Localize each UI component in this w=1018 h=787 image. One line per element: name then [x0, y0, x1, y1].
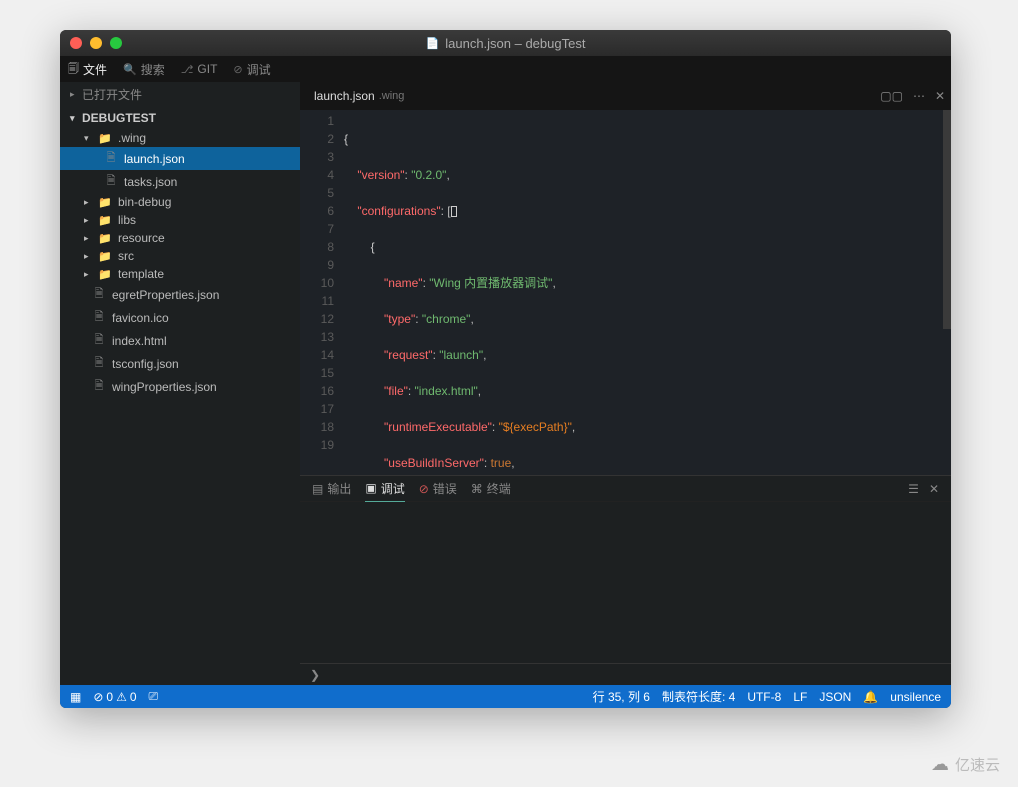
file-favicon[interactable]: 🗎favicon.ico — [60, 306, 300, 329]
status-encoding[interactable]: UTF-8 — [747, 690, 781, 704]
window-title: 📄 launch.json – debugTest — [60, 36, 951, 51]
main-area: ▸已打开文件 ▾DEBUGTEST ▾📁.wing 🗎launch.json 🗎… — [60, 82, 951, 685]
editor-tab-label: launch.json — [314, 89, 375, 103]
file-egret-properties[interactable]: 🗎egretProperties.json — [60, 283, 300, 306]
json-icon: 🗎 — [92, 285, 106, 304]
panel-settings-icon[interactable]: ☰ — [908, 482, 919, 496]
terminal-icon: ⌘ — [471, 482, 483, 496]
file-launch-json[interactable]: 🗎launch.json — [60, 147, 300, 170]
bottom-panel: ▤输出 ▣调试 ⊘错误 ⌘终端 ☰ ✕ ❯ — [300, 475, 951, 685]
json-icon: 🗎 — [104, 172, 118, 191]
editor-tab-bar: launch.json .wing ▢▢ ⋯ ✕ — [300, 82, 951, 110]
editor-actions: ▢▢ ⋯ ✕ — [880, 89, 945, 103]
folder-icon: 📁 — [98, 196, 112, 209]
debug-console-input[interactable]: ❯ — [300, 663, 951, 685]
line-gutter: 12345678910111213141516171819 — [300, 110, 344, 475]
chevron-right-icon: ▸ — [84, 197, 92, 208]
watermark: ☁ 亿速云 — [931, 754, 1000, 775]
file-tsconfig[interactable]: 🗎tsconfig.json — [60, 352, 300, 375]
folder-icon: 📁 — [98, 232, 112, 245]
folder-icon: 📁 — [98, 132, 112, 145]
app-window: 📄 launch.json – debugTest 🗐文件 🔍搜索 ⎇GIT ⊘… — [60, 30, 951, 708]
code-content[interactable]: { "version": "0.2.0", "configurations": … — [344, 110, 951, 475]
output-icon: ▤ — [312, 482, 323, 496]
window-title-text: launch.json – debugTest — [445, 36, 585, 51]
split-editor-icon[interactable]: ▢▢ — [880, 89, 903, 103]
project-section[interactable]: ▾DEBUGTEST — [60, 107, 300, 129]
file-tasks-json[interactable]: 🗎tasks.json — [60, 170, 300, 193]
opened-files-section[interactable]: ▸已打开文件 — [60, 82, 300, 107]
tab-search[interactable]: 🔍搜索 — [123, 61, 165, 78]
panel-tab-errors[interactable]: ⊘错误 — [419, 476, 457, 501]
chevron-right-icon: ▸ — [84, 269, 92, 280]
file-icon: 📄 — [426, 37, 440, 50]
status-bar: ▦ ⊘0 ⚠0 ⎚ 行 35, 列 6 制表符长度: 4 UTF-8 LF JS… — [60, 685, 951, 708]
tab-file[interactable]: 🗐文件 — [68, 60, 107, 79]
file-tab-icon: 🗐 — [68, 60, 79, 79]
file-wing-properties[interactable]: 🗎wingProperties.json — [60, 375, 300, 398]
cloud-icon: ☁ — [931, 754, 949, 775]
folder-src[interactable]: ▸📁src — [60, 247, 300, 265]
panel-tab-output[interactable]: ▤输出 — [312, 476, 351, 501]
folder-icon: 📁 — [98, 250, 112, 263]
file-index-html[interactable]: 🗎index.html — [60, 329, 300, 352]
editor-body[interactable]: 12345678910111213141516171819 { "version… — [300, 110, 951, 475]
bell-icon[interactable]: 🔔 — [863, 690, 878, 704]
status-tab-size[interactable]: 制表符长度: 4 — [662, 688, 735, 705]
more-icon[interactable]: ⋯ — [913, 89, 925, 103]
chevron-right-icon: ▸ — [84, 233, 92, 244]
status-cursor-position[interactable]: 行 35, 列 6 — [593, 688, 650, 705]
panel-tab-bar: ▤输出 ▣调试 ⊘错误 ⌘终端 ☰ ✕ — [300, 476, 951, 502]
titlebar: 📄 launch.json – debugTest — [60, 30, 951, 56]
chevron-right-icon: ▸ — [70, 89, 78, 100]
bug-icon: ⊘ — [233, 63, 242, 76]
editor-area: launch.json .wing ▢▢ ⋯ ✕ 123456789101112… — [300, 82, 951, 685]
status-activity-icon[interactable]: ▦ — [70, 690, 81, 704]
json-icon: 🗎 — [104, 149, 118, 168]
panel-tab-debug[interactable]: ▣调试 — [365, 476, 404, 502]
close-icon[interactable]: ✕ — [935, 89, 945, 103]
chevron-down-icon: ▾ — [70, 113, 78, 124]
watermark-text: 亿速云 — [955, 754, 1000, 775]
status-user[interactable]: unsilence — [890, 690, 941, 704]
chevron-right-icon: ▸ — [84, 251, 92, 262]
folder-bin-debug[interactable]: ▸📁bin-debug — [60, 193, 300, 211]
error-icon: ⊘ — [419, 482, 429, 496]
folder-wing[interactable]: ▾📁.wing — [60, 129, 300, 147]
sidebar: ▸已打开文件 ▾DEBUGTEST ▾📁.wing 🗎launch.json 🗎… — [60, 82, 300, 685]
image-icon: 🗎 — [92, 308, 106, 327]
tab-git[interactable]: ⎇GIT — [181, 62, 218, 76]
editor-tab-launch-json[interactable]: launch.json .wing — [306, 82, 412, 110]
minimap[interactable] — [943, 110, 951, 329]
status-language[interactable]: JSON — [819, 690, 851, 704]
folder-icon: 📁 — [98, 214, 112, 227]
primary-view-switcher: 🗐文件 🔍搜索 ⎇GIT ⊘调试 — [60, 56, 951, 82]
file-tree: ▾📁.wing 🗎launch.json 🗎tasks.json ▸📁bin-d… — [60, 129, 300, 685]
debug-console-icon: ▣ — [365, 481, 376, 495]
panel-tab-terminal[interactable]: ⌘终端 — [471, 476, 511, 501]
json-icon: 🗎 — [92, 354, 106, 373]
html-icon: 🗎 — [92, 331, 106, 350]
error-icon: ⊘ — [93, 690, 103, 704]
folder-template[interactable]: ▸📁template — [60, 265, 300, 283]
editor-tab-path: .wing — [379, 90, 405, 102]
chevron-down-icon: ▾ — [84, 133, 92, 144]
git-icon: ⎇ — [181, 63, 194, 76]
chevron-right-icon: ▸ — [84, 215, 92, 226]
status-errors[interactable]: ⊘0 ⚠0 — [93, 690, 136, 704]
status-feedback-icon[interactable]: ⎚ — [149, 689, 159, 704]
search-icon: 🔍 — [123, 63, 137, 76]
panel-close-icon[interactable]: ✕ — [929, 482, 939, 496]
panel-body[interactable] — [300, 502, 951, 663]
folder-icon: 📁 — [98, 268, 112, 281]
prompt-icon: ❯ — [310, 668, 320, 682]
folder-libs[interactable]: ▸📁libs — [60, 211, 300, 229]
tab-debug[interactable]: ⊘调试 — [233, 61, 270, 78]
status-eol[interactable]: LF — [793, 690, 807, 704]
json-icon: 🗎 — [92, 377, 106, 396]
folder-resource[interactable]: ▸📁resource — [60, 229, 300, 247]
warning-icon: ⚠ — [116, 690, 127, 704]
